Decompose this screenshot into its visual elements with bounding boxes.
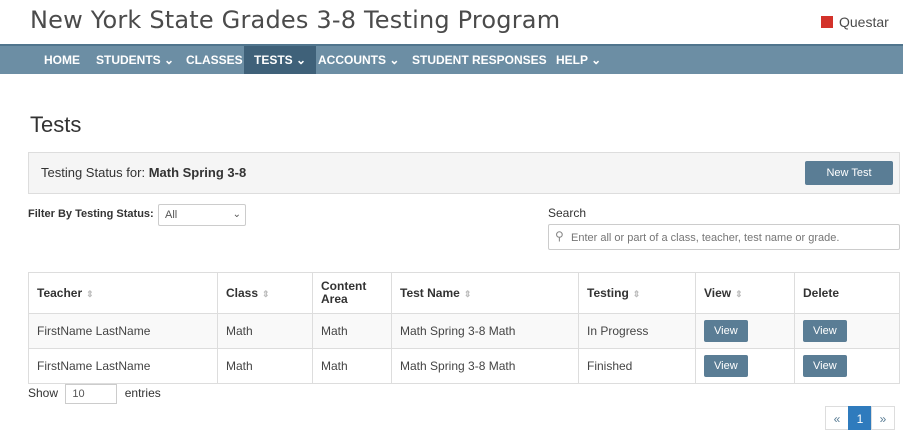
sort-icon: ⇕ (735, 289, 743, 299)
pagination-next[interactable]: » (871, 406, 895, 430)
tests-table: Teacher ⇕ Class ⇕ Content Area Test Name ⇕ … (28, 272, 900, 384)
view-button[interactable]: View (704, 355, 748, 377)
filter-value: All (165, 209, 178, 221)
sort-icon: ⇕ (86, 289, 94, 299)
table-header-row: Teacher ⇕ Class ⇕ Content Area Test Name ⇕ … (28, 272, 900, 314)
entries-label: entries (124, 386, 161, 401)
new-test-button[interactable]: New Test (805, 161, 893, 185)
cell-delete: View (794, 348, 900, 384)
cell-view: View (695, 313, 795, 349)
column-header-content-area[interactable]: Content Area (312, 272, 392, 314)
sort-icon: ⇕ (463, 289, 472, 299)
entries-length-control: Show 10 entries (28, 384, 161, 404)
table-row: FirstName LastName Math Math Math Spring… (28, 313, 900, 349)
app-title: New York State Grades 3-8 Testing Progra… (30, 6, 561, 34)
search-box: ⚲ (548, 224, 900, 250)
cell-view: View (695, 348, 795, 384)
brand-flag-icon (821, 16, 833, 28)
cell-testing-status: Finished (578, 348, 696, 384)
show-label: Show (28, 386, 59, 401)
nav-students[interactable]: STUDENTS ⌄ (86, 46, 184, 74)
delete-view-button[interactable]: View (803, 320, 847, 342)
view-button[interactable]: View (704, 320, 748, 342)
cell-delete: View (794, 313, 900, 349)
brand-word: Questar (839, 14, 889, 30)
cell-class: Math (217, 348, 313, 384)
chevron-down-icon: ⌄ (232, 209, 241, 220)
cell-class: Math (217, 313, 313, 349)
cell-test-name: Math Spring 3-8 Math (391, 313, 579, 349)
nav-help[interactable]: HELP ⌄ (546, 46, 611, 74)
brand-logo: Questar (821, 14, 889, 32)
cell-testing-status: In Progress (578, 313, 696, 349)
testing-status-text: Testing Status for: Math Spring 3-8 (41, 165, 246, 180)
pagination: «1» (825, 406, 895, 430)
pagination-prev[interactable]: « (825, 406, 849, 430)
nav-accounts[interactable]: ACCOUNTS ⌄ (308, 46, 409, 74)
cell-teacher: FirstName LastName (28, 348, 218, 384)
entries-length-select[interactable]: 10 (65, 384, 118, 404)
nav-home[interactable]: HOME (34, 46, 90, 74)
sort-icon: ⇕ (262, 289, 270, 299)
testing-status-panel: Testing Status for: Math Spring 3-8 New … (28, 152, 900, 194)
nav-tests[interactable]: TESTS ⌄ (244, 46, 317, 74)
filter-label: Filter By Testing Status: (28, 208, 154, 220)
column-header-test-name[interactable]: Test Name ⇕ (391, 272, 579, 314)
testing-status-prefix: Testing Status for: (41, 165, 146, 180)
testing-status-filter-select[interactable]: All ⌄ (158, 204, 246, 226)
nav-student-responses[interactable]: STUDENT RESPONSES (402, 46, 557, 74)
sort-icon: ⇕ (632, 289, 641, 299)
column-header-teacher[interactable]: Teacher ⇕ (28, 272, 218, 314)
cell-content-area: Math (312, 313, 392, 349)
search-icon: ⚲ (555, 229, 564, 243)
page-title: Tests (30, 112, 82, 137)
nav-classes[interactable]: CLASSES (176, 46, 253, 74)
column-header-testing[interactable]: Testing ⇕ (578, 272, 696, 314)
delete-view-button[interactable]: View (803, 355, 847, 377)
search-label: Search (548, 206, 587, 220)
cell-content-area: Math (312, 348, 392, 384)
cell-teacher: FirstName LastName (28, 313, 218, 349)
search-input[interactable] (569, 228, 899, 248)
cell-test-name: Math Spring 3-8 Math (391, 348, 579, 384)
table-row: FirstName LastName Math Math Math Spring… (28, 348, 900, 384)
pagination-page-1[interactable]: 1 (848, 406, 872, 430)
column-header-delete[interactable]: Delete (794, 272, 900, 314)
main-navbar: HOME STUDENTS ⌄ CLASSES TESTS ⌄ ACCOUNTS… (0, 44, 903, 74)
column-header-class[interactable]: Class ⇕ (217, 272, 313, 314)
testing-status-subject: Math Spring 3-8 (148, 165, 247, 180)
column-header-view[interactable]: View ⇕ (695, 272, 795, 314)
